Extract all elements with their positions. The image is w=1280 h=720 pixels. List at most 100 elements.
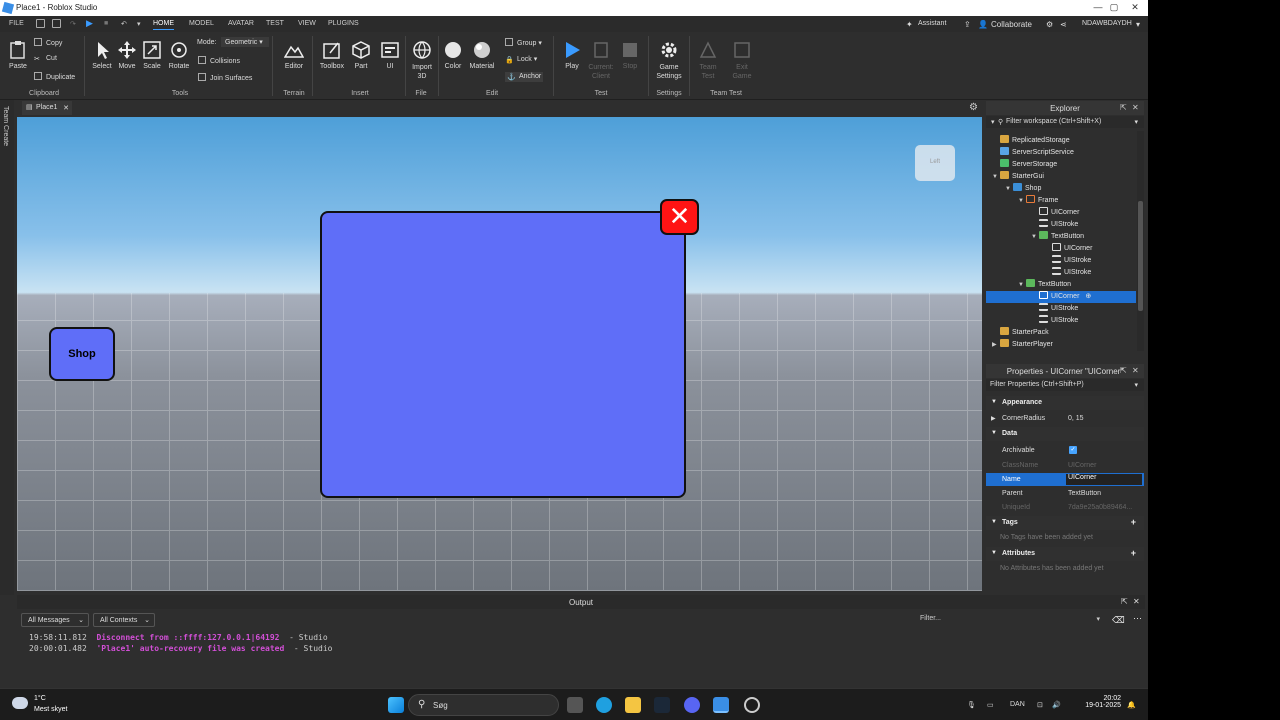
tab-home[interactable]: HOME (153, 20, 174, 30)
stop-button[interactable]: Stop (618, 40, 642, 70)
tree-item-startergui[interactable]: ▼ StarterGui (992, 171, 1044, 183)
join-surfaces-toggle[interactable]: Join Surfaces (198, 73, 252, 82)
expand-caret-icon[interactable]: ▶ (991, 415, 996, 422)
tree-item-uistroke[interactable]: UIStroke (1044, 267, 1091, 279)
edge-browser-icon[interactable] (596, 697, 612, 713)
properties-close-icon[interactable]: ✕ (1132, 366, 1139, 375)
tree-item-uicorner[interactable]: UICorner (1031, 207, 1079, 219)
join-surfaces-checkbox[interactable] (198, 73, 206, 81)
section-attributes[interactable]: ▼ Attributes + (986, 547, 1144, 561)
messages-filter-dropdown[interactable]: All Messages ⌄ (21, 613, 89, 627)
tree-item-uistroke[interactable]: UIStroke (1031, 219, 1078, 231)
language-indicator[interactable]: DAN (1010, 701, 1025, 708)
tab-model[interactable]: MODEL (189, 20, 214, 27)
display-icon[interactable]: ▭ (987, 701, 994, 709)
current-client-button[interactable]: Current: Client (587, 40, 615, 81)
view-cube[interactable]: Left (915, 145, 955, 181)
roblox-player-icon[interactable] (744, 697, 760, 713)
lock-button[interactable]: 🔒 Lock ▾ (505, 55, 537, 64)
tree-item-uistroke[interactable]: UIStroke (1031, 315, 1078, 327)
windows-start-icon[interactable] (388, 697, 404, 713)
tree-item-serverscriptservice[interactable]: ServerScriptService (992, 147, 1074, 159)
output-filter-input[interactable]: Filter... ▾ (920, 615, 1100, 623)
properties-float-icon[interactable]: ⇱ (1120, 366, 1127, 375)
section-tags[interactable]: ▼ Tags + (986, 516, 1144, 530)
mode-dropdown[interactable]: Geometric ▾ (221, 37, 269, 47)
taskbar-search[interactable]: ⚲ Søg (408, 694, 559, 716)
roblox-studio-taskbar-icon[interactable] (713, 697, 729, 713)
add-attribute-plus-icon[interactable]: + (1131, 548, 1136, 558)
play-button[interactable]: Play (560, 40, 584, 70)
steam-icon[interactable] (654, 697, 670, 713)
select-tool-button[interactable]: Select (90, 40, 114, 70)
settings-small-icon[interactable]: ⚙ (1046, 20, 1053, 29)
collaborate-button[interactable]: Collaborate (991, 20, 1032, 29)
network-icon[interactable]: ⊡ (1037, 701, 1043, 709)
collisions-checkbox[interactable] (198, 56, 206, 64)
tree-item-textbutton[interactable]: ▼ TextButton (1018, 279, 1071, 291)
prop-parent[interactable]: Parent TextButton (986, 487, 1144, 500)
cut-button[interactable]: ✂ Cut (34, 55, 57, 63)
add-tag-plus-icon[interactable]: + (1131, 517, 1136, 527)
username[interactable]: NDAWBDAYDH (1082, 20, 1132, 27)
explorer-scroll-thumb[interactable] (1138, 201, 1143, 311)
team-test-button[interactable]: Team Test (694, 40, 722, 81)
terrain-editor-button[interactable]: Editor (280, 40, 308, 70)
file-explorer-icon[interactable] (625, 697, 641, 713)
duplicate-button[interactable]: Duplicate (34, 72, 75, 81)
prop-corner-radius[interactable]: ▶ CornerRadius 0, 15 (986, 412, 1144, 425)
group-button[interactable]: Group ▾ (505, 38, 542, 47)
close-shop-button[interactable]: ✕ (660, 199, 699, 235)
collaborate-icon[interactable]: 👤 (978, 20, 988, 29)
filter-dropdown-icon[interactable]: ▾ (1134, 118, 1138, 126)
new-file-icon[interactable] (36, 19, 45, 28)
close-tab-icon[interactable]: ✕ (63, 104, 69, 112)
redo-arrow-icon[interactable]: ↷ (70, 20, 76, 28)
tree-item-uistroke[interactable]: UIStroke (1031, 303, 1078, 315)
part-button[interactable]: Part (349, 40, 373, 70)
tab-test[interactable]: TEST (266, 20, 284, 27)
copy-button[interactable]: Copy (34, 38, 62, 47)
name-value-input[interactable]: UICorner (1066, 474, 1142, 485)
shop-text-button[interactable]: Shop (49, 327, 115, 381)
volume-icon[interactable]: 🔊 (1052, 701, 1061, 709)
collisions-toggle[interactable]: Collisions (198, 56, 240, 65)
archivable-checkbox[interactable]: ✓ (1069, 446, 1077, 454)
stop-quick-icon[interactable]: ■ (104, 20, 108, 27)
paste-button[interactable]: Paste (6, 40, 30, 70)
tree-item-uicorner-selected[interactable]: UICorner ⊕ (986, 291, 1136, 303)
contexts-filter-dropdown[interactable]: All Contexts ⌄ (93, 613, 155, 627)
game-settings-button[interactable]: Game Settings (652, 40, 686, 81)
properties-filter-input[interactable]: Filter Properties (Ctrl+Shift+P) ▾ (986, 379, 1144, 391)
explorer-float-icon[interactable]: ⇱ (1120, 103, 1127, 112)
3d-viewport[interactable]: Left Shop ✕ (17, 117, 982, 591)
viewport-settings-icon[interactable]: ⚙ (969, 102, 980, 113)
scale-tool-button[interactable]: Scale (140, 40, 164, 70)
import-3d-button[interactable]: Import 3D (408, 40, 436, 81)
tab-place1[interactable]: ▤ Place1 ✕ (22, 101, 72, 115)
explorer-filter-input[interactable]: ▾ ⚲ Filter workspace (Ctrl+Shift+X) ▾ (986, 116, 1144, 128)
microphone-icon[interactable]: 🎙 (967, 701, 976, 709)
open-file-icon[interactable] (52, 19, 61, 28)
tree-item-frame[interactable]: ▼ Frame (1018, 195, 1058, 207)
tab-avatar[interactable]: AVATAR (228, 20, 254, 27)
tree-item-textbutton[interactable]: ▼ TextButton (1031, 231, 1084, 243)
discord-icon[interactable] (684, 697, 700, 713)
notifications-icon[interactable]: 🔔 (1127, 701, 1136, 709)
close-window-icon[interactable]: ✕ (1125, 2, 1145, 13)
customize-chevron-icon[interactable]: ▾ (137, 20, 141, 28)
prop-archivable[interactable]: Archivable ✓ (986, 444, 1144, 457)
team-create-strip[interactable]: Team Create (0, 100, 14, 595)
clear-output-icon[interactable]: ⌫ (1112, 615, 1125, 626)
share-link-icon[interactable]: ⋖ (1060, 20, 1067, 29)
tab-view[interactable]: VIEW (298, 20, 316, 27)
color-button[interactable]: Color (441, 40, 465, 70)
material-button[interactable]: Material (466, 40, 498, 70)
maximize-icon[interactable]: ▢ (1104, 2, 1124, 13)
output-more-icon[interactable]: ⋯ (1133, 613, 1142, 624)
share-icon[interactable]: ⇪ (964, 20, 971, 29)
move-tool-button[interactable]: Move (115, 40, 139, 70)
assistant-icon[interactable]: ✦ (906, 20, 913, 29)
play-quick-icon[interactable]: ▶ (86, 18, 93, 29)
ui-insert-button[interactable]: UI (378, 40, 402, 70)
